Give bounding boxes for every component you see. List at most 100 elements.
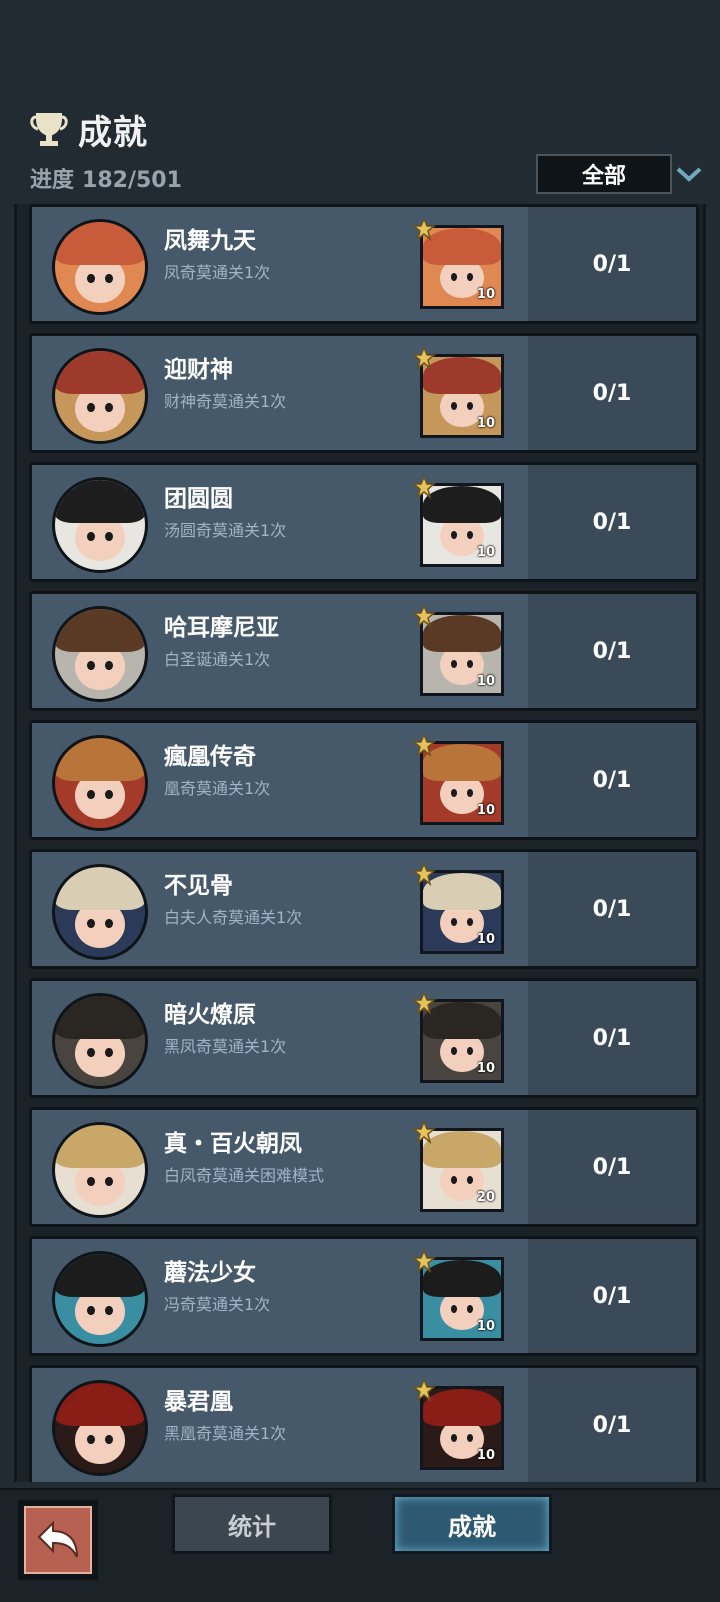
achievement-progress: 0/1 [528,852,696,966]
reward-count: 10 [476,416,495,431]
achievement-progress: 0/1 [528,981,696,1095]
achievement-avatar [52,735,148,831]
reward-count: 10 [476,1319,495,1334]
achievement-name: 蘑法少女 [164,1260,256,1286]
achievement-info: 凤舞九天凤奇莫通关1次 10 [32,207,528,321]
star-badge-icon [412,604,436,628]
achievement-desc: 白凤奇莫通关困难模式 [164,1166,325,1185]
achievement-name: 真・百火朝凤 [164,1131,302,1157]
reward-count: 10 [476,932,495,947]
achievement-row[interactable]: 瘋凰传奇 凰奇莫通关1次 10 0/1 [29,720,699,840]
achievement-name: 凤舞九天 [164,228,256,254]
achievement-info: 暗火燎原黑凤奇莫通关1次 10 [32,981,528,1095]
chevron-down-icon[interactable] [676,166,702,182]
achievement-desc: 冯奇莫通关1次 [164,1295,271,1314]
reward-count: 10 [476,1448,495,1463]
achievement-progress: 0/1 [528,336,696,450]
achievement-row[interactable]: 暗火燎原黑凤奇莫通关1次 10 0/1 [29,978,699,1098]
trophy-icon [30,113,68,146]
reward-item[interactable]: 10 [412,862,504,954]
achievement-name: 团圆圆 [164,486,233,512]
achievement-list[interactable]: 凤舞九天 凤奇莫通关1次 10 0/1 迎财神 财神奇莫通关1次 10 0/1 团圆圆 汤圆奇莫通… [14,204,706,1482]
reward-item[interactable]: 10 [412,217,504,309]
achievement-progress: 0/1 [528,1368,696,1482]
progress-value: 182/501 [82,168,182,193]
reward-item[interactable]: 20 [412,1120,504,1212]
achievement-desc: 汤圆奇莫通关1次 [164,521,287,540]
achievement-avatar [52,1251,148,1347]
achievement-row[interactable]: 不见骨 白夫人奇莫通关1次 10 0/1 [29,849,699,969]
star-badge-icon [412,217,436,241]
bottom-bar [0,1488,720,1602]
reward-count: 10 [476,1061,495,1076]
reward-count: 10 [476,545,495,560]
achievement-row[interactable]: 哈耳摩尼亚 白圣诞通关1次 10 0/1 [29,591,699,711]
achievement-avatar [52,477,148,573]
star-badge-icon [412,1120,436,1144]
achievement-row[interactable]: 暴君凰黑凰奇莫通关1次 10 0/1 [29,1365,699,1482]
achievement-progress: 0/1 [528,723,696,837]
achievement-desc: 凤奇莫通关1次 [164,263,271,282]
achievement-progress: 0/1 [528,1110,696,1224]
achievement-name: 不见骨 [164,873,233,899]
tab-achievements[interactable]: 成就 [392,1494,552,1554]
achievement-row[interactable]: 迎财神 财神奇莫通关1次 10 0/1 [29,333,699,453]
filter-dropdown[interactable]: 全部 [536,154,672,194]
achievement-info: 不见骨 白夫人奇莫通关1次 10 [32,852,528,966]
achievement-progress: 0/1 [528,594,696,708]
achievement-desc: 黑凰奇莫通关1次 [164,1424,287,1443]
achievement-name: 瘋凰传奇 [164,744,256,770]
star-badge-icon [412,862,436,886]
achievement-avatar [52,993,148,1089]
achievement-info: 瘋凰传奇 凰奇莫通关1次 10 [32,723,528,837]
tab-stats[interactable]: 统计 [172,1494,332,1554]
reward-count: 20 [476,1190,495,1205]
achievement-progress: 0/1 [528,1239,696,1353]
achievement-name: 哈耳摩尼亚 [164,615,279,641]
star-badge-icon [412,991,436,1015]
achievement-info: 真・百火朝凤白凤奇莫通关困难模式 20 [32,1110,528,1224]
achievement-desc: 黑凤奇莫通关1次 [164,1037,287,1056]
back-arrow-icon [37,1520,78,1558]
achievement-row[interactable]: 团圆圆汤圆奇莫通关1次 10 0/1 [29,462,699,582]
reward-item[interactable]: 10 [412,346,504,438]
achievement-info: 暴君凰黑凰奇莫通关1次 10 [32,1368,528,1482]
achievement-avatar [52,864,148,960]
reward-item[interactable]: 10 [412,733,504,825]
progress-label: 进度 [30,168,75,193]
page-header: 成就 [28,104,148,154]
achievement-avatar [52,1380,148,1476]
achievement-row[interactable]: 蘑法少女冯奇莫通关1次 10 0/1 [29,1236,699,1356]
star-badge-icon [412,346,436,370]
reward-item[interactable]: 10 [412,991,504,1083]
achievement-avatar [52,606,148,702]
reward-count: 10 [476,803,495,818]
star-badge-icon [412,475,436,499]
reward-item[interactable]: 10 [412,1378,504,1470]
achievement-info: 哈耳摩尼亚 白圣诞通关1次 10 [32,594,528,708]
achievement-avatar [52,219,148,315]
achievement-progress: 0/1 [528,465,696,579]
filter-value: 全部 [581,164,626,189]
tab-achievements-label: 成就 [448,1512,496,1541]
achievement-name: 暴君凰 [164,1389,233,1415]
achievement-progress: 0/1 [528,207,696,321]
back-button[interactable] [18,1500,98,1580]
progress-summary: 进度 182/501 [30,162,182,194]
achievement-row[interactable]: 凤舞九天凤奇莫通关1次 10 0/1 [29,204,699,324]
tab-stats-label: 统计 [228,1512,276,1541]
reward-item[interactable]: 10 [412,1249,504,1341]
star-badge-icon [412,1378,436,1402]
reward-count: 10 [476,287,495,302]
star-badge-icon [412,733,436,757]
reward-count: 10 [476,674,495,689]
achievement-info: 迎财神 财神奇莫通关1次 10 [32,336,528,450]
achievement-row[interactable]: 真・百火朝凤白凤奇莫通关困难模式 20 0/1 [29,1107,699,1227]
achievement-name: 暗火燎原 [164,1002,256,1028]
achievement-avatar [52,1122,148,1218]
star-badge-icon [412,1249,436,1273]
page-title: 成就 [78,112,148,153]
reward-item[interactable]: 10 [412,475,504,567]
achievement-name: 迎财神 [164,357,233,383]
reward-item[interactable]: 10 [412,604,504,696]
